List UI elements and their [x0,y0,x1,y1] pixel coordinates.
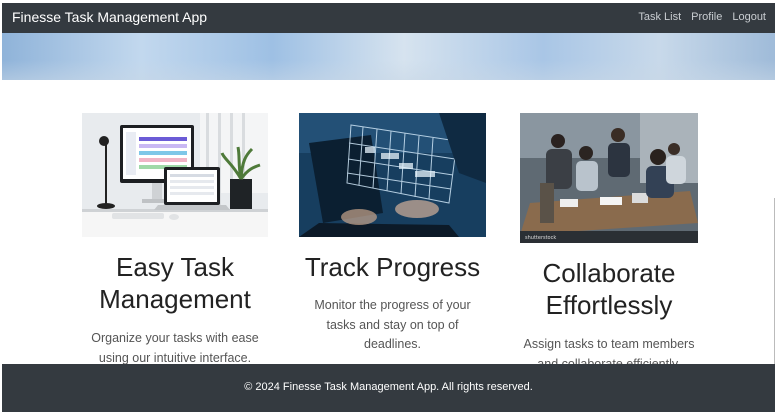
page-footer: © 2024 Finesse Task Management App. All … [2,364,775,412]
team-meeting-illustration [520,113,698,243]
feature-2-title: Track Progress [290,251,495,283]
laptop-chart-image [299,113,486,237]
feature-3-text-line-1: Assign tasks to team members [523,337,695,351]
brand-title[interactable]: Finesse Task Management App [12,7,207,27]
laptop-chart-illustration [299,113,486,237]
feature-1-title: Easy Task Management [82,251,268,315]
feature-3-title-line-1: Collaborate [542,258,676,288]
scrollbar-edge[interactable] [774,198,775,368]
feature-2-text-line-2: tasks and stay on top of [326,317,459,332]
desk-computers-image [82,113,268,237]
feature-1-description: Organize your tasks with ease using our … [68,329,282,368]
team-meeting-image: shutterstock [520,113,698,243]
feature-2-text-line-3: deadlines. [364,337,421,351]
feature-3-title-line-2: Effortlessly [545,290,673,320]
feature-3-title: Collaborate Effortlessly [505,257,713,321]
app-window: Finesse Task Management App Task List Pr… [2,3,775,412]
image-watermark: shutterstock [525,235,557,241]
feature-2-description: Monitor the progress of your tasks and s… [290,296,495,355]
feature-1-title-line-2: Management [99,284,251,314]
nav-link-task-list[interactable]: Task List [638,8,681,26]
nav-link-logout[interactable]: Logout [732,8,766,26]
hero-banner [2,33,775,80]
top-navbar: Finesse Task Management App Task List Pr… [2,3,775,33]
footer-copyright: © 2024 Finesse Task Management App. All … [244,381,533,393]
nav-links: Task List Profile Logout [638,8,766,26]
desk-computers-illustration [82,113,268,237]
feature-1-text-line-1: Organize your tasks with ease [91,331,259,345]
feature-2-text-line-1: Monitor the progress of your [314,298,471,312]
feature-1-title-line-1: Easy Task [115,252,234,282]
feature-2-title-line-1: Track Progress [304,252,481,282]
nav-link-profile[interactable]: Profile [691,8,722,26]
